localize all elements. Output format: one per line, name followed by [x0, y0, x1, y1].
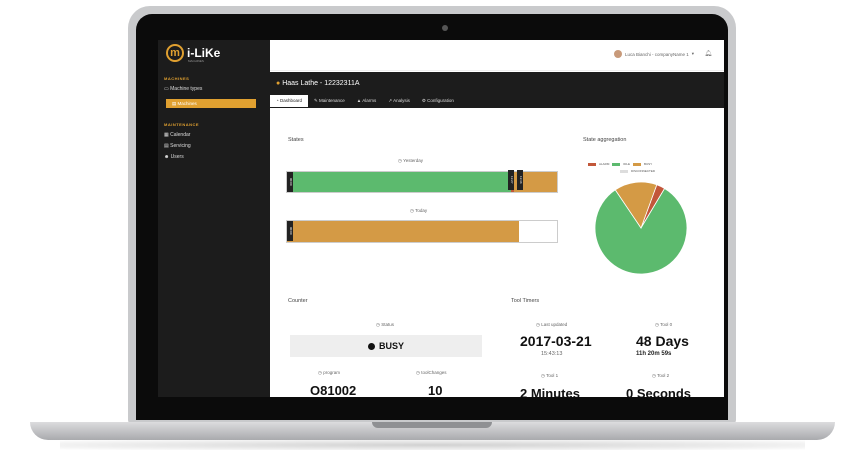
toolchanges-label: ◷ toolChanges [416, 370, 446, 376]
aggregation-title: State aggregation [583, 137, 627, 143]
legend-label: DISCONNECTED [631, 169, 656, 173]
sidebar-item-users[interactable]: ☻ Users [164, 154, 184, 160]
tab-bar: ◔ Dashboard ✎ Maintenance ▲ Alarms ↗ Ana… [270, 95, 460, 107]
legend-label: BUSY [644, 162, 653, 166]
status-label: ◷ Status [376, 322, 394, 328]
sidebar-item-label: Users [170, 154, 184, 160]
tool0-label: ◷ Tool 0 [655, 322, 672, 328]
tool1-label-text: Tool 1 [546, 373, 559, 378]
status-value-box: BUSY [290, 335, 482, 357]
users-icon: ☻ [164, 154, 171, 160]
screen: m i-LiKe MACHINES MACHINES ▭ Machine typ… [158, 40, 724, 397]
tab-alarms[interactable]: ▲ Alarms [351, 95, 382, 107]
today-label: ◷ Today [410, 208, 427, 214]
busy-segment [287, 221, 519, 242]
tab-analysis[interactable]: ↗ Analysis [382, 95, 416, 107]
status-value: BUSY [378, 341, 404, 351]
tab-label: Configuration [427, 98, 454, 103]
sidebar-item-label: Machines [177, 101, 197, 106]
tool1-value: 2 Minutes [520, 386, 580, 397]
tool0-sub: 11h 20m 59s [636, 351, 672, 357]
tool0-value: 48 Days [636, 333, 689, 349]
machine-title-text: Haas Lathe - 12232311A [282, 80, 360, 87]
states-title: States [288, 137, 304, 143]
yesterday-label: ◷ Yesterday [398, 158, 423, 164]
tab-label: Dashboard [279, 98, 302, 103]
today-label-text: Today [415, 208, 428, 213]
tab-maintenance[interactable]: ✎ Maintenance [308, 95, 351, 107]
sidebar-item-label: Machine types [170, 86, 203, 92]
counter-title: Counter [288, 298, 308, 304]
tool0-label-text: Tool 0 [660, 322, 673, 327]
tab-dashboard[interactable]: ◔ Dashboard [270, 95, 308, 107]
time-marker: 00:00 [287, 172, 293, 192]
program-label: ◷ program [318, 370, 340, 376]
last-updated-label: ◷ Last updated [536, 322, 567, 328]
logo-subtitle: MACHINES [188, 59, 204, 63]
program-label-text: program [323, 370, 340, 375]
user-menu[interactable]: Luca Bianchi - companyName 1 ▾ [613, 50, 694, 58]
time-marker: 13:27 [508, 170, 514, 190]
today-state-bar[interactable]: 00:00 [286, 220, 558, 243]
last-updated-date: 2017-03-21 [520, 333, 592, 349]
bell-icon[interactable]: 🔔︎ [704, 50, 712, 57]
legend-swatch [633, 162, 642, 166]
sidebar-item-machines[interactable]: ▤ Machines [166, 99, 256, 108]
legend-label: IDLE [623, 162, 631, 166]
last-updated-label-text: Last updated [541, 322, 568, 327]
time-marker: 13:36 [517, 170, 523, 190]
tab-label: Analysis [393, 98, 410, 103]
status-dot-icon: ● [276, 80, 281, 87]
machine-header: ● Haas Lathe - 12232311A ◔ Dashboard ✎ M… [270, 72, 724, 108]
yesterday-label-text: Yesterday [403, 158, 423, 163]
laptop-notch [372, 422, 492, 428]
aggregation-sublegend: DISCONNECTED [620, 169, 655, 173]
toolchanges-value: 10 [428, 383, 443, 397]
laptop-shadow [60, 440, 805, 450]
sidebar-item-machine-types[interactable]: ▭ Machine types [164, 86, 202, 92]
tab-label: Alarms [362, 98, 377, 103]
logo-text: i-LiKe [187, 46, 221, 60]
tool2-label-text: Tool 2 [657, 373, 670, 378]
toolchanges-label-text: toolChanges [421, 370, 447, 375]
tool2-label: ◷ Tool 2 [652, 373, 669, 379]
camera-icon [442, 25, 448, 31]
sidebar-item-servicing[interactable]: ▤ Servicing [164, 143, 191, 149]
legend-label: ALARM [599, 162, 610, 166]
program-value: O81002 [310, 383, 357, 397]
tool-timers-title: Tool Timers [511, 298, 540, 304]
state-aggregation-pie[interactable] [593, 180, 689, 276]
aggregation-legend: ALARM IDLE BUSY [588, 162, 652, 166]
sidebar-item-label: Servicing [170, 143, 191, 149]
legend-swatch [620, 169, 628, 173]
yesterday-state-bar[interactable]: 00:00 13:27 13:36 [286, 170, 558, 193]
avatar [613, 50, 622, 58]
user-name: Luca Bianchi - companyName 1 [624, 51, 689, 57]
idle-segment [287, 172, 511, 192]
last-updated-time: 15:43:13 [541, 351, 563, 357]
sidebar-item-label: Calendar [170, 132, 191, 138]
tab-label: Maintenance [319, 98, 345, 103]
sidebar: m i-LiKe MACHINES MACHINES ▭ Machine typ… [158, 40, 270, 397]
logo-mark: m [166, 44, 184, 62]
machine-title: ● Haas Lathe - 12232311A [276, 80, 360, 87]
tool1-label: ◷ Tool 1 [541, 373, 558, 379]
sidebar-item-calendar[interactable]: ▦ Calendar [164, 132, 190, 138]
tool2-value: 0 Seconds [626, 386, 692, 397]
tab-configuration[interactable]: ⚙ Configuration [416, 95, 460, 107]
sidebar-heading-machines: MACHINES [164, 76, 190, 81]
chevron-down-icon: ▾ [691, 51, 694, 56]
sidebar-heading-maintenance: MAINTENANCE [164, 122, 200, 127]
topbar: Luca Bianchi - companyName 1 ▾ 🔔︎ [270, 40, 724, 71]
status-dot-icon [367, 342, 375, 350]
legend-swatch [588, 162, 596, 166]
legend-swatch [612, 162, 621, 166]
time-marker: 00:00 [287, 221, 293, 241]
status-label-text: Status [381, 322, 394, 327]
